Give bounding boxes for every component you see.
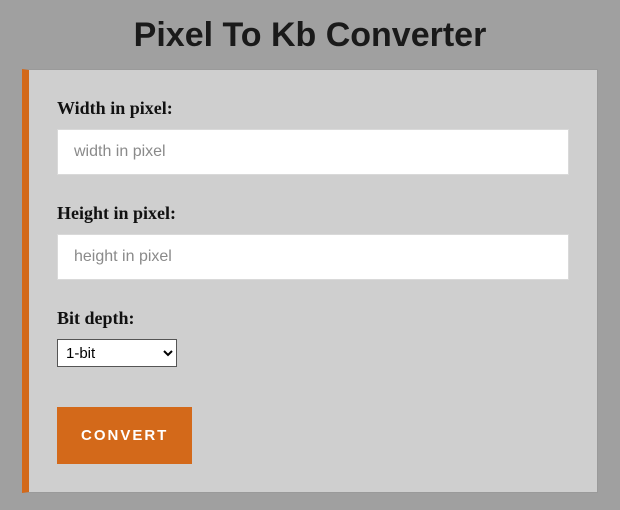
bitdepth-label: Bit depth:	[57, 308, 569, 329]
width-field-group: Width in pixel:	[57, 98, 569, 175]
page-title: Pixel To Kb Converter	[0, 0, 620, 69]
bitdepth-select[interactable]: 1-bit	[57, 339, 177, 367]
bitdepth-field-group: Bit depth: 1-bit	[57, 308, 569, 367]
width-label: Width in pixel:	[57, 98, 569, 119]
height-input[interactable]	[57, 234, 569, 280]
height-label: Height in pixel:	[57, 203, 569, 224]
converter-card: Width in pixel: Height in pixel: Bit dep…	[22, 69, 598, 493]
height-field-group: Height in pixel:	[57, 203, 569, 280]
convert-button[interactable]: CONVERT	[57, 407, 192, 464]
width-input[interactable]	[57, 129, 569, 175]
